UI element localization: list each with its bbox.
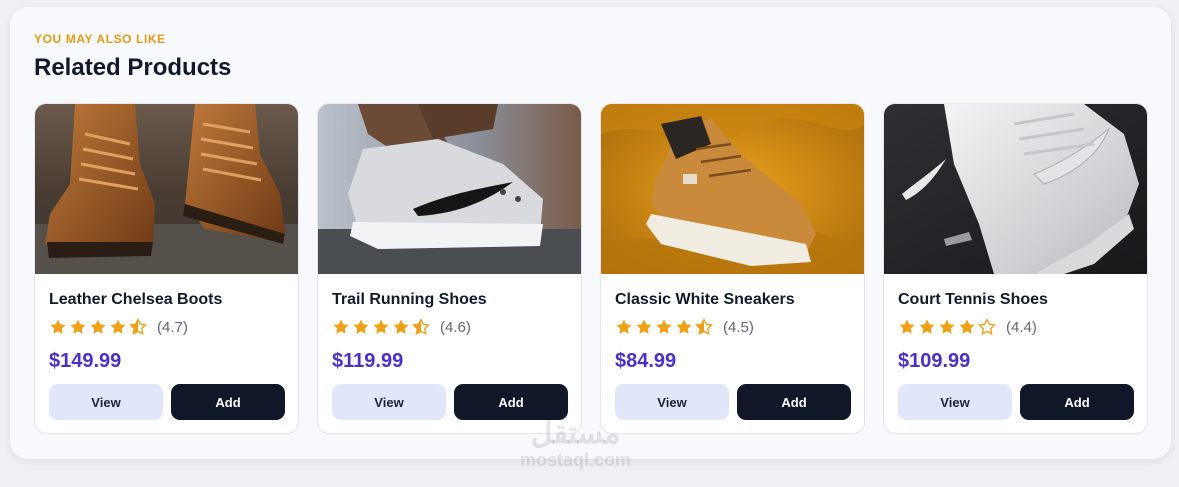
star-full-icon [50,319,66,334]
add-to-cart-button[interactable]: Add [1020,384,1134,420]
section-eyebrow: YOU MAY ALSO LIKE [34,32,166,46]
tan-sneaker-photo[interactable] [601,104,864,274]
star-full-icon [353,319,369,334]
star-full-icon [899,319,915,334]
section-title: Related Products [34,54,232,81]
star-full-icon [616,319,632,334]
running-shoe-photo[interactable] [318,104,581,274]
star-full-icon [110,319,126,334]
related-products-panel: YOU MAY ALSO LIKE Related Products Leath… [10,7,1171,459]
star-full-icon [393,319,409,334]
product-card[interactable]: Classic White Sneakers (4.5) $84.99 View… [600,103,865,434]
star-half-icon [129,318,147,335]
star-half-icon [695,318,713,335]
rating-value: (4.6) [440,318,471,336]
rating-value: (4.7) [157,318,188,336]
view-button[interactable]: View [332,384,446,420]
product-name[interactable]: Classic White Sneakers [615,291,795,309]
product-price: $119.99 [332,350,404,372]
view-button[interactable]: View [615,384,729,420]
add-to-cart-button[interactable]: Add [171,384,285,420]
star-full-icon [70,319,86,334]
product-name[interactable]: Court Tennis Shoes [898,291,1048,309]
star-full-icon [636,319,652,334]
star-rating: (4.4) [898,318,1037,336]
star-full-icon [90,319,106,334]
star-full-icon [919,319,935,334]
rating-value: (4.5) [723,318,754,336]
product-card[interactable]: Trail Running Shoes (4.6) $119.99 View A… [317,103,582,434]
leather-boots-photo[interactable] [35,104,298,274]
add-to-cart-button[interactable]: Add [737,384,851,420]
product-card[interactable]: Court Tennis Shoes (4.4) $109.99 View Ad… [883,103,1148,434]
product-grid: Leather Chelsea Boots (4.7) $149.99 View… [34,103,1148,434]
star-full-icon [333,319,349,334]
star-empty-icon [978,318,996,335]
star-rating: (4.6) [332,318,471,336]
product-price: $109.99 [898,350,971,372]
star-full-icon [373,319,389,334]
star-full-icon [959,319,975,334]
star-rating: (4.7) [49,318,188,336]
view-button[interactable]: View [898,384,1012,420]
star-full-icon [676,319,692,334]
product-name[interactable]: Leather Chelsea Boots [49,291,222,309]
product-price: $149.99 [49,350,122,372]
product-card[interactable]: Leather Chelsea Boots (4.7) $149.99 View… [34,103,299,434]
view-button[interactable]: View [49,384,163,420]
product-price: $84.99 [615,350,677,372]
star-rating: (4.5) [615,318,754,336]
product-name[interactable]: Trail Running Shoes [332,291,487,309]
star-full-icon [656,319,672,334]
add-to-cart-button[interactable]: Add [454,384,568,420]
star-half-icon [412,318,430,335]
star-full-icon [939,319,955,334]
white-sneaker-photo[interactable] [884,104,1147,274]
rating-value: (4.4) [1006,318,1037,336]
